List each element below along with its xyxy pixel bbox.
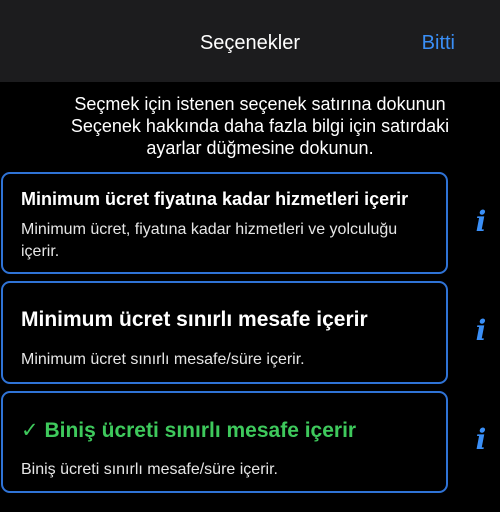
option-description: Biniş ücreti sınırlı mesafe/süre içerir.: [21, 461, 278, 478]
checkmark-icon: ✓: [21, 419, 39, 442]
option-title-text: Biniş ücreti sınırlı mesafe içerir: [44, 419, 357, 442]
navigation-bar: Seçenekler Bitti: [0, 0, 500, 82]
instructions-text: Seçmek için istenen seçenek satırına dok…: [40, 93, 480, 159]
instructions-line: Seçmek için istenen seçenek satırına dok…: [74, 94, 446, 114]
done-button[interactable]: Bitti: [422, 32, 455, 55]
option-description: Minimum ücret sınırlı mesafe/süre içerir…: [21, 351, 305, 368]
instructions-line: ayarlar düğmesine dokunun.: [146, 138, 374, 158]
info-icon[interactable]: i: [470, 207, 492, 237]
instructions-line: Seçenek hakkında daha fazla bilgi için s…: [70, 116, 450, 136]
option-description: Minimum ücret, fiyatına kadar hizmetleri…: [21, 221, 398, 260]
option-row-boarding-fare-distance[interactable]: ✓ Biniş ücreti sınırlı mesafe içerir Bin…: [1, 391, 448, 493]
option-row-min-fare-services[interactable]: Minimum ücret fiyatına kadar hizmetleri …: [1, 172, 448, 274]
option-title: Minimum ücret sınırlı mesafe içerir: [21, 308, 368, 331]
option-title: Minimum ücret fiyatına kadar hizmetleri …: [21, 189, 409, 209]
info-icon[interactable]: i: [470, 316, 492, 346]
info-icon[interactable]: i: [470, 425, 492, 455]
option-row-min-fare-distance[interactable]: Minimum ücret sınırlı mesafe içerir Mini…: [1, 281, 448, 384]
option-title-selected: ✓ Biniş ücreti sınırlı mesafe içerir: [21, 418, 436, 443]
